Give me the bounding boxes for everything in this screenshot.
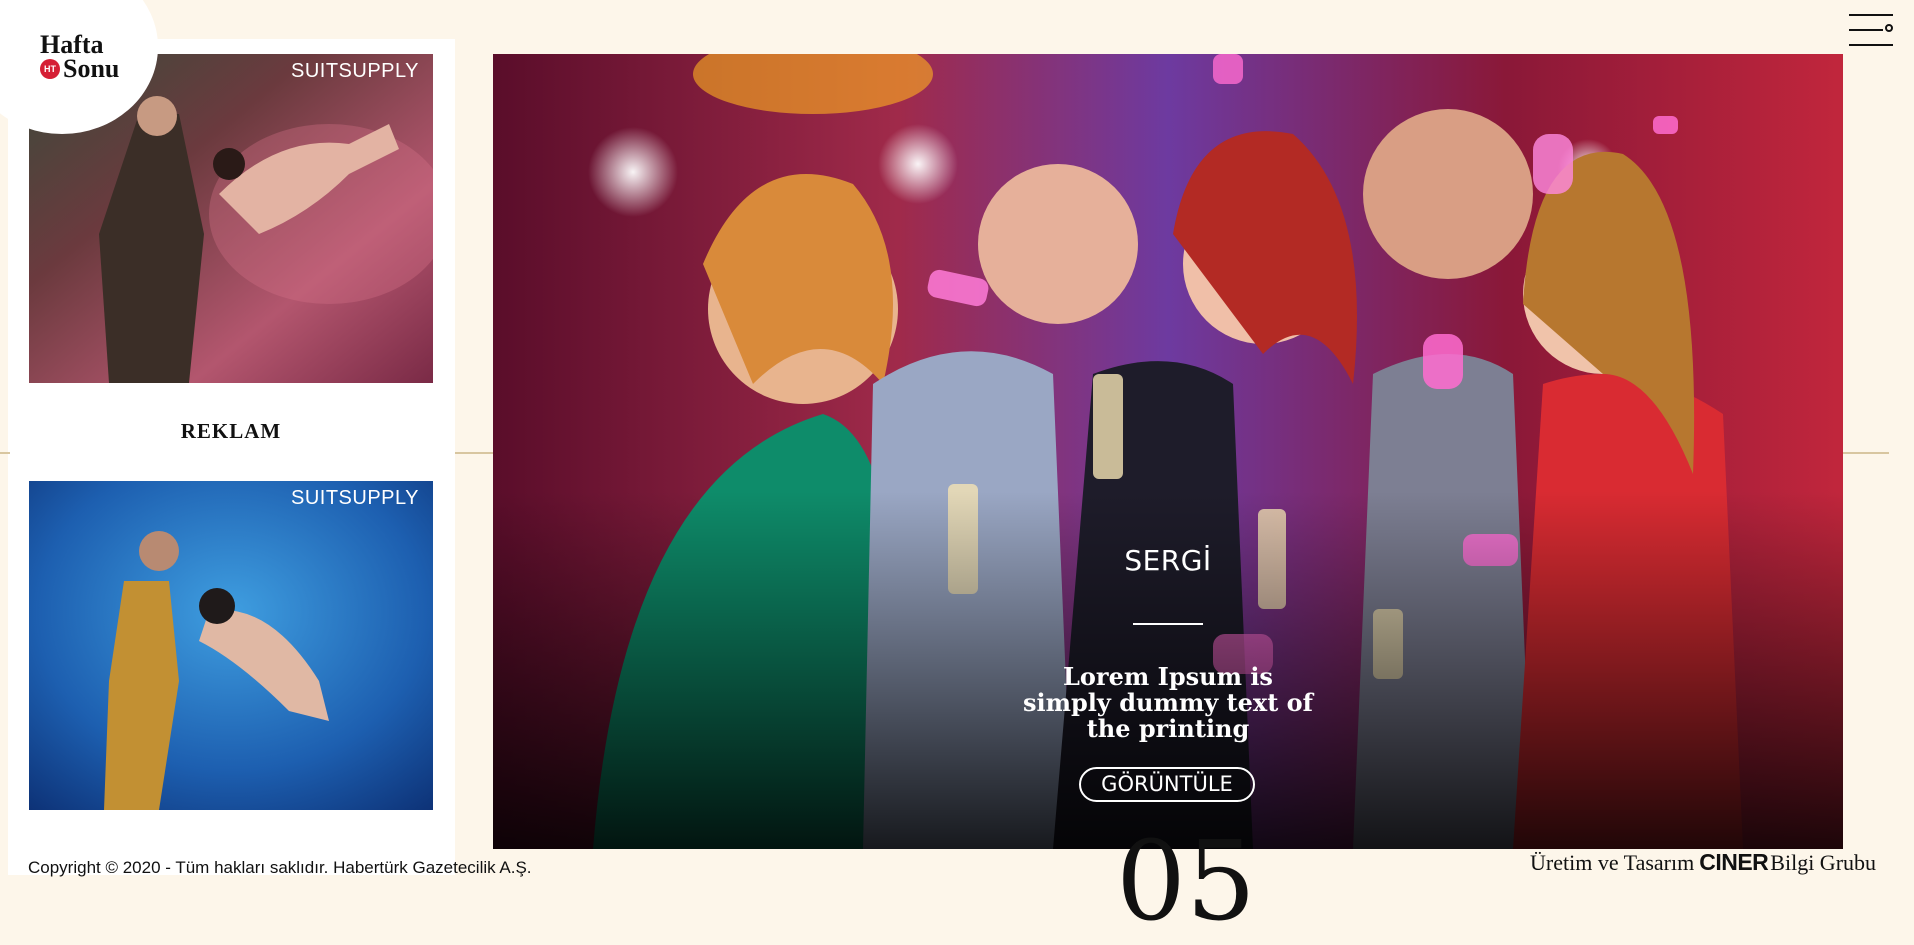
hero-separator — [1133, 623, 1203, 625]
production-credits: Üretim ve Tasarım CINER Bilgi Grubu — [1530, 849, 1876, 876]
ad-image-underwater-blue — [29, 481, 433, 810]
ad-brand-label: SUITSUPPLY — [291, 60, 419, 82]
right-divider — [1843, 452, 1889, 454]
site-logo[interactable]: Hafta HT Sonu — [40, 32, 120, 83]
hamburger-menu-icon[interactable] — [1849, 14, 1893, 48]
credits-prefix: Üretim ve Tasarım — [1530, 850, 1695, 875]
menu-line-bottom — [1849, 44, 1893, 46]
ad-brand-label: SUITSUPPLY — [291, 487, 419, 509]
ciner-logo[interactable]: CINER — [1699, 849, 1769, 876]
copyright-text: Copyright © 2020 - Tüm hakları saklıdır.… — [28, 858, 532, 877]
menu-line-top — [1849, 14, 1893, 16]
logo-line2: Sonu — [63, 54, 120, 83]
ad-column: SUITSUPPLY REKLAM SUITSUPPLY — [8, 39, 455, 875]
logo-badge-icon: HT — [40, 59, 60, 79]
view-button[interactable]: GÖRÜNTÜLE — [1079, 767, 1255, 802]
menu-dot — [1885, 24, 1893, 32]
hero-category[interactable]: SERGİ — [493, 544, 1843, 577]
logo-line2-row: HT Sonu — [40, 54, 120, 83]
credits-suffix: Bilgi Grubu — [1770, 850, 1877, 875]
ad-banner-bottom[interactable]: SUITSUPPLY — [29, 481, 433, 810]
slide-number: 05 — [1116, 817, 1256, 945]
menu-line-middle — [1849, 29, 1883, 31]
hero-slide[interactable]: SERGİ Lorem Ipsum is simply dummy text o… — [493, 54, 1843, 849]
hero-title[interactable]: Lorem Ipsum is simply dummy text of the … — [1023, 664, 1313, 742]
left-divider — [0, 452, 10, 454]
ad-section-label: REKLAM — [180, 419, 282, 443]
hero-caption: SERGİ Lorem Ipsum is simply dummy text o… — [493, 54, 1843, 849]
